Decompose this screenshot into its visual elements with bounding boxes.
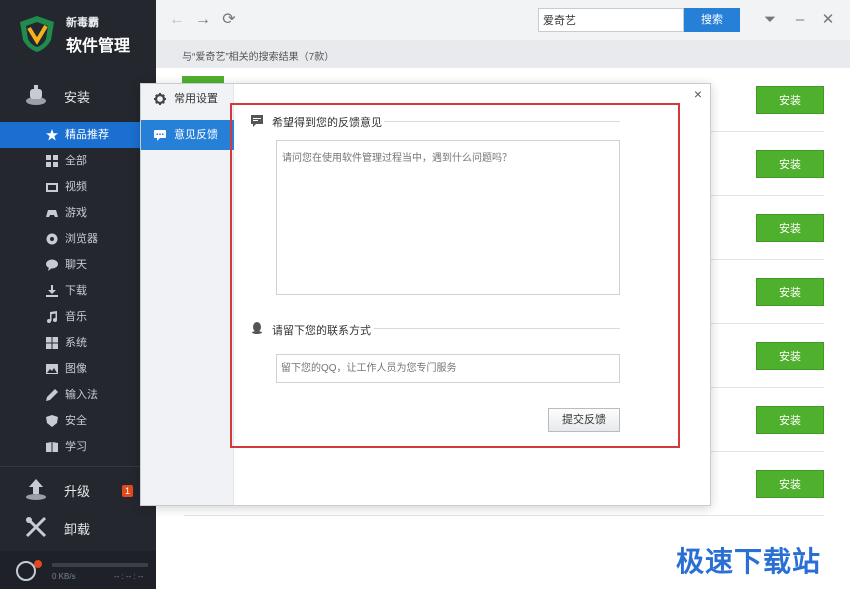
chat-icon	[46, 259, 58, 271]
category-label: 学习	[65, 441, 87, 453]
download-time: -- : -- : --	[114, 572, 144, 581]
category-label: 游戏	[65, 207, 87, 219]
shield-logo-icon	[20, 16, 54, 52]
install-button[interactable]: 安装	[756, 278, 824, 306]
nav-uninstall[interactable]: 卸载	[0, 507, 156, 547]
category-label: 浏览器	[65, 233, 98, 245]
upgrade-icon	[26, 479, 46, 500]
category-list: 精品推荐 全部 视频 游戏 浏览器 聊天 下载 音乐 系统 图像 输入法 安全 …	[0, 122, 156, 460]
highlight-box	[230, 103, 680, 448]
upgrade-count-badge: 1	[122, 485, 134, 497]
close-window-icon[interactable]: ✕	[820, 11, 836, 29]
download-manager-icon	[16, 561, 36, 581]
sidebar: 新毒霸 软件管理 安装 精品推荐 全部 视频 游戏 浏览器 聊天 下载 音乐 系…	[0, 0, 156, 589]
brand-subtitle: 新毒霸	[66, 17, 99, 29]
star-icon	[46, 129, 58, 141]
download-progress-bar	[52, 563, 148, 567]
tools-icon	[25, 516, 47, 538]
download-status[interactable]: 0 KB/s -- : -- : --	[0, 551, 156, 589]
search-button[interactable]: 搜索	[684, 8, 740, 32]
gear-icon	[154, 93, 166, 105]
image-icon	[46, 364, 58, 374]
category-chat[interactable]: 聊天	[0, 252, 156, 278]
category-label: 全部	[65, 155, 87, 167]
windows-icon	[46, 337, 58, 349]
watermark: 极速下载站	[676, 545, 822, 578]
tab-feedback[interactable]: 意见反馈	[141, 120, 234, 150]
nav-install-label: 安装	[64, 90, 91, 105]
category-label: 精品推荐	[65, 129, 109, 141]
category-label: 图像	[65, 363, 87, 375]
category-label: 系统	[65, 337, 87, 349]
category-featured[interactable]: 精品推荐	[0, 122, 156, 148]
install-button[interactable]: 安装	[756, 470, 824, 498]
download-speed: 0 KB/s	[52, 572, 76, 581]
category-system[interactable]: 系统	[0, 330, 156, 356]
nav-upgrade[interactable]: 升级 1	[0, 469, 156, 509]
category-input-method[interactable]: 输入法	[0, 382, 156, 408]
brand: 新毒霸 软件管理	[0, 0, 156, 68]
category-video[interactable]: 视频	[0, 174, 156, 200]
category-label: 输入法	[65, 389, 98, 401]
tab-label: 常用设置	[174, 93, 218, 105]
category-study[interactable]: 学习	[0, 434, 156, 460]
shield-icon	[46, 415, 58, 427]
category-label: 视频	[65, 181, 87, 193]
download-alert-dot	[34, 560, 42, 568]
tab-general-settings[interactable]: 常用设置	[141, 84, 234, 114]
category-image[interactable]: 图像	[0, 356, 156, 382]
category-music[interactable]: 音乐	[0, 304, 156, 330]
search-input[interactable]	[538, 8, 684, 32]
category-label: 音乐	[65, 311, 87, 323]
forward-arrow-icon[interactable]: →	[194, 11, 212, 29]
category-label: 聊天	[65, 259, 87, 271]
grid-icon	[46, 155, 58, 167]
category-all[interactable]: 全部	[0, 148, 156, 174]
music-icon	[47, 311, 57, 323]
nav-upgrade-label: 升级	[64, 484, 91, 499]
top-toolbar: ← → ⟳ 搜索 ⏷ – ✕	[156, 0, 850, 40]
download-icon	[46, 285, 58, 297]
menu-dropdown-icon[interactable]: ⏷	[762, 11, 778, 29]
category-download[interactable]: 下载	[0, 278, 156, 304]
tab-label: 意见反馈	[174, 129, 218, 141]
install-icon	[26, 85, 46, 105]
install-button[interactable]: 安装	[756, 406, 824, 434]
nav-install[interactable]: 安装	[0, 75, 156, 115]
category-security[interactable]: 安全	[0, 408, 156, 434]
close-icon[interactable]: ×	[690, 86, 706, 102]
result-summary: 与“爱奇艺”相关的搜索结果（7款）	[182, 52, 335, 63]
nav-uninstall-label: 卸载	[64, 522, 91, 537]
back-arrow-icon[interactable]: ←	[168, 11, 186, 29]
result-summary-bar: 与“爱奇艺”相关的搜索结果（7款）	[156, 40, 850, 68]
install-button[interactable]: 安装	[756, 342, 824, 370]
install-button[interactable]: 安装	[756, 86, 824, 114]
video-icon	[46, 183, 58, 192]
minimize-icon[interactable]: –	[792, 11, 808, 29]
globe-icon	[46, 233, 58, 245]
sidebar-divider	[0, 466, 156, 467]
category-games[interactable]: 游戏	[0, 200, 156, 226]
book-icon	[46, 442, 58, 452]
comment-icon	[154, 130, 166, 141]
category-label: 安全	[65, 415, 87, 427]
refresh-icon[interactable]: ⟳	[220, 11, 238, 29]
category-label: 下载	[65, 285, 87, 297]
dialog-sidebar: 常用设置 意见反馈	[141, 84, 234, 505]
category-browser[interactable]: 浏览器	[0, 226, 156, 252]
pen-icon	[46, 389, 58, 401]
gamepad-icon	[46, 210, 58, 217]
install-button[interactable]: 安装	[756, 150, 824, 178]
install-button[interactable]: 安装	[756, 214, 824, 242]
brand-title: 软件管理	[66, 38, 131, 55]
